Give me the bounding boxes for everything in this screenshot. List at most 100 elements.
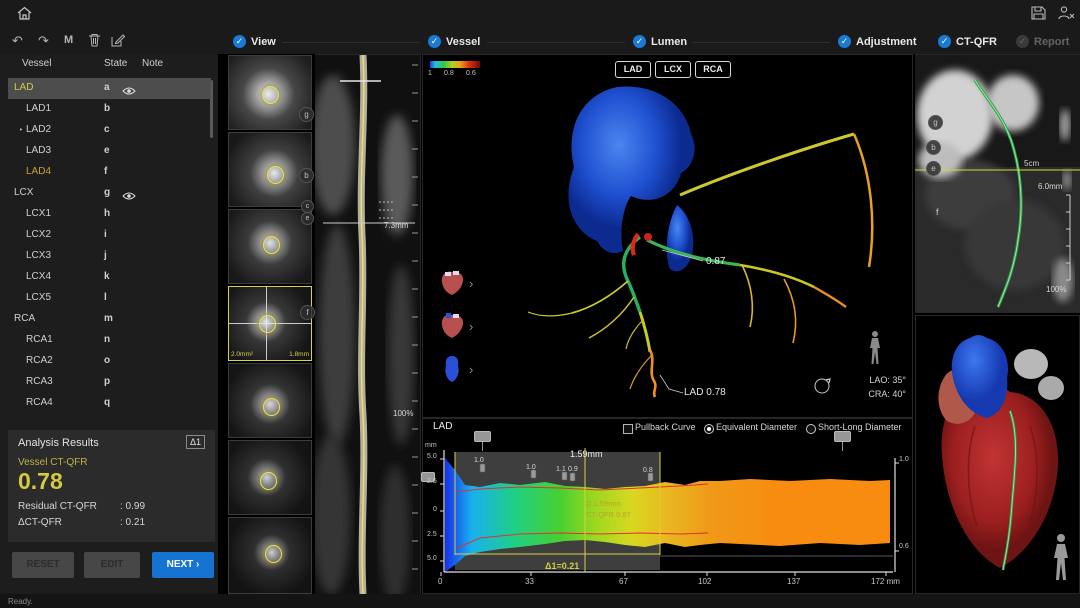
diameter-label: 1.8mm	[289, 351, 309, 358]
y-tick-right: 1.0	[899, 456, 909, 463]
cpr-measurement: 7.3mm	[384, 221, 408, 230]
chevron-right-icon[interactable]: ›	[469, 319, 473, 334]
vessel-ctqfr-label: Vessel CT-QFR	[18, 457, 87, 468]
lumen-contour	[259, 315, 276, 333]
home-icon[interactable]	[16, 5, 33, 21]
tab-ctqfr[interactable]: ✓CT-QFR	[938, 35, 997, 48]
mpr-measurement: 6.0mm	[1038, 182, 1062, 191]
status-text: Ready.	[8, 597, 33, 606]
check-icon: ✓	[838, 35, 851, 48]
cross-section-thumb[interactable]	[228, 132, 312, 207]
vessel-row-RCA[interactable]: RCAm	[8, 309, 211, 330]
segment-marker-f: f	[300, 305, 315, 320]
next-button[interactable]: NEXT ›	[152, 552, 214, 578]
heart-preset-icon[interactable]	[437, 311, 467, 339]
coronary-tree-render	[422, 55, 912, 417]
diameter-marker: 0.9	[568, 466, 578, 473]
short-long-diameter-radio[interactable]	[806, 424, 816, 434]
y-tick: 2.5	[427, 478, 437, 485]
lao-angle: LAO: 35°	[856, 375, 906, 385]
check-icon: ✓	[233, 35, 246, 48]
vessel-row-LAD3[interactable]: LAD3e	[8, 141, 211, 162]
vessel-button-lad[interactable]: LAD	[615, 61, 651, 78]
chevron-right-icon[interactable]: ›	[469, 362, 473, 377]
cross-section-thumb[interactable]	[228, 209, 312, 284]
status-bar	[0, 594, 1080, 608]
distal-position-tag[interactable]	[834, 431, 851, 442]
vessel-row-LAD2[interactable]: ‣LAD2c	[8, 120, 211, 141]
lesion-detail-line2: CT-QFR 0.87	[586, 510, 631, 519]
save-icon[interactable]	[1031, 6, 1046, 20]
y-tick: 0	[433, 506, 437, 513]
heart-render	[915, 316, 1080, 593]
tab-vessel[interactable]: ✓Vessel	[428, 35, 480, 48]
vessel-button-lcx[interactable]: LCX	[655, 61, 691, 78]
vessel-row-RCA3[interactable]: RCA3p	[8, 372, 211, 393]
y-tick: 5.0	[427, 453, 437, 460]
vessel-row-RCA2[interactable]: RCA2o	[8, 351, 211, 372]
vessel-row-LCX5[interactable]: LCX5l	[8, 288, 211, 309]
cra-angle: CRA: 40°	[856, 389, 906, 399]
cross-section-thumb-selected[interactable]: 2.0mm² 1.8mm	[228, 286, 312, 361]
vessel-ctqfr-value: 0.78	[18, 468, 63, 495]
tab-lumen[interactable]: ✓Lumen	[633, 35, 687, 48]
marker-tool-icon[interactable]: M	[64, 34, 73, 46]
cross-section-thumb[interactable]	[228, 440, 312, 515]
delta-badge: Δ1	[186, 435, 205, 449]
heart-preset-icon[interactable]	[437, 268, 467, 296]
residual-ctqfr-label: Residual CT-QFR	[18, 501, 97, 512]
aorta-preset-icon[interactable]	[439, 354, 465, 384]
branch-qfr-label: 0.87	[706, 256, 725, 267]
vessel-row-RCA1[interactable]: RCA1n	[8, 330, 211, 351]
vessel-row-LCX4[interactable]: LCX4k	[8, 267, 211, 288]
vessel-row-LAD[interactable]: LADa	[8, 78, 211, 99]
edit-note-icon[interactable]	[111, 33, 125, 47]
vessel-row-LAD1[interactable]: LAD1b	[8, 99, 211, 120]
reset-button[interactable]: RESET	[12, 552, 74, 578]
delete-icon[interactable]	[88, 33, 101, 47]
mpr-marker-g: g	[928, 115, 943, 130]
undo-icon[interactable]: ↶	[12, 33, 23, 49]
tab-view[interactable]: ✓View	[233, 35, 276, 48]
col-state: State	[104, 58, 127, 69]
vessel-row-LCX3[interactable]: LCX3j	[8, 246, 211, 267]
chart-vessel-label: LAD	[433, 421, 452, 432]
vessel-row-LCX[interactable]: LCXg	[8, 183, 211, 204]
proximal-tag-stem	[482, 442, 483, 451]
distal-tag-stem	[842, 442, 843, 451]
lesion-detail-line1: D 1.59mm	[586, 499, 621, 508]
x-tick: 172 mm	[871, 577, 900, 586]
pullback-curve-checkbox[interactable]	[623, 424, 633, 434]
x-tick: 67	[619, 577, 628, 586]
step-connector	[692, 42, 830, 43]
vessel-row-RCA4[interactable]: RCA4q	[8, 393, 211, 414]
tab-adjustment[interactable]: ✓Adjustment	[838, 35, 917, 48]
chevron-right-icon[interactable]: ›	[469, 276, 473, 291]
vessel-row-LAD4[interactable]: LAD4f	[8, 162, 211, 183]
proximal-position-tag[interactable]	[474, 431, 491, 442]
vessel-button-rca[interactable]: RCA	[695, 61, 731, 78]
equivalent-diameter-label: Equivalent Diameter	[716, 422, 797, 432]
vessel-row-LCX1[interactable]: LCX1h	[8, 204, 211, 225]
title-bar	[0, 0, 1080, 26]
diameter-marker: 1.0	[526, 464, 536, 471]
cpr-zoom-level: 100%	[393, 409, 413, 418]
cross-section-thumb[interactable]	[228, 363, 312, 438]
lumen-contour	[267, 166, 284, 184]
diameter-marker: 1.1	[556, 466, 566, 473]
vessel-row-LCX2[interactable]: LCX2i	[8, 225, 211, 246]
equivalent-diameter-radio[interactable]	[704, 424, 714, 434]
check-icon: ✓	[428, 35, 441, 48]
segment-marker-b: b	[299, 168, 314, 183]
redo-icon[interactable]: ↷	[38, 33, 49, 49]
edit-button[interactable]: EDIT	[84, 552, 140, 578]
tab-report[interactable]: ✓Report	[1016, 35, 1069, 48]
workflow-bar	[0, 26, 1080, 54]
mpr-scale: 5cm	[1024, 159, 1039, 168]
bullet-icon: ‣	[19, 126, 23, 134]
qfr-colorbar	[430, 61, 480, 68]
user-logout-icon[interactable]	[1057, 5, 1075, 21]
cross-section-thumb[interactable]	[228, 517, 312, 594]
col-vessel: Vessel	[22, 58, 51, 69]
y-tick: 5.0	[427, 555, 437, 562]
